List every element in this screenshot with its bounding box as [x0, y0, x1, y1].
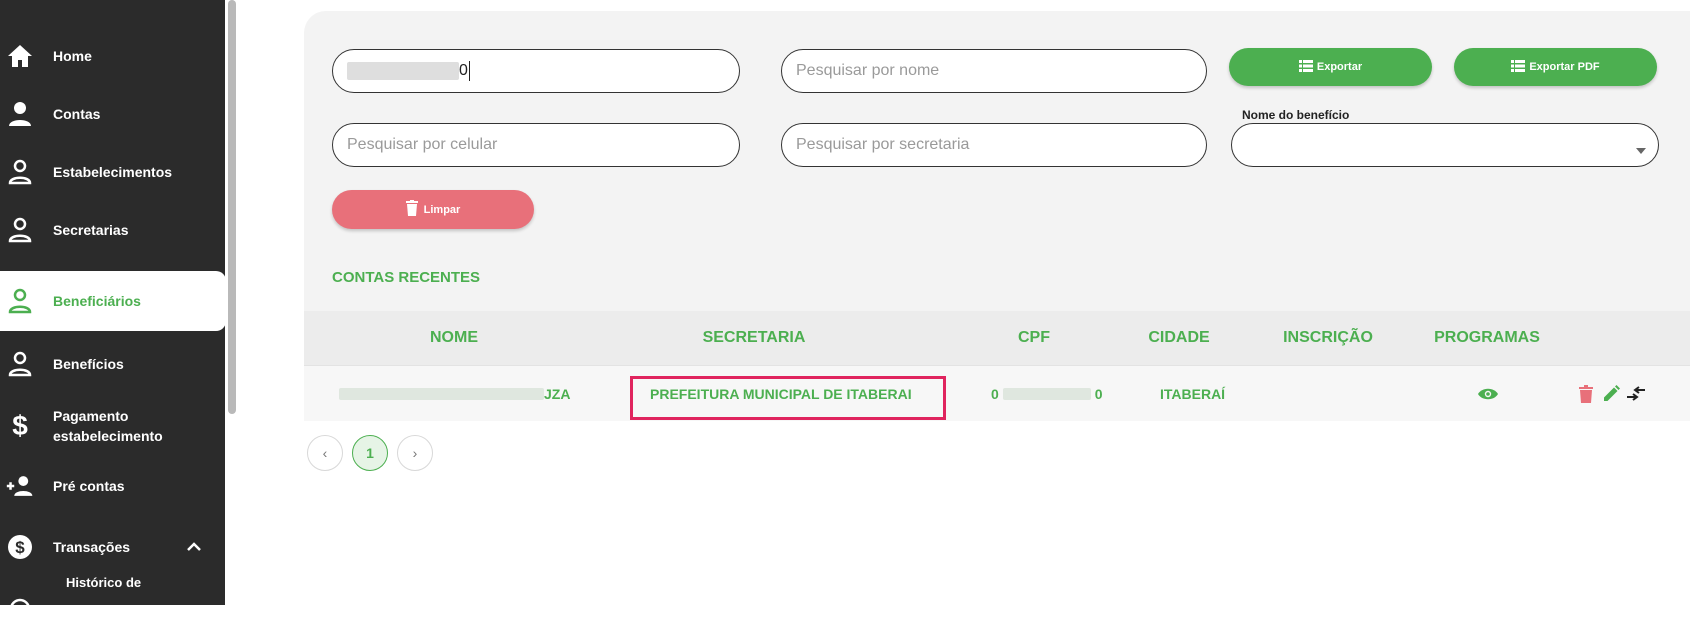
phone-search-input[interactable]: Pesquisar por celular: [332, 123, 740, 167]
dollar-circle-icon: $: [6, 533, 34, 561]
sidebar-item-pagamento-estabelecimento[interactable]: $ Pagamento estabelecimento: [0, 396, 225, 456]
user-outline-icon: [6, 216, 34, 244]
export-pdf-button[interactable]: Exportar PDF: [1454, 48, 1657, 86]
column-header-inscricao[interactable]: INSCRIÇÃO: [1263, 311, 1393, 365]
redacted-value: [339, 388, 544, 400]
export-button[interactable]: Exportar: [1229, 48, 1432, 86]
cell-cpf: 0 0: [991, 366, 1103, 422]
pagination-next-button[interactable]: ›: [397, 435, 433, 471]
sidebar: Home Contas Estabelecimentos Secretarias…: [0, 0, 226, 620]
benefit-select[interactable]: [1231, 123, 1659, 167]
user-icon: [6, 100, 34, 128]
secretaria-search-placeholder: Pesquisar por secretaria: [796, 136, 970, 153]
page-number: 1: [366, 445, 374, 461]
sidebar-item-label: Estabelecimentos: [53, 164, 173, 180]
text-cursor: [468, 61, 471, 81]
column-header-cpf[interactable]: CPF: [994, 311, 1074, 365]
table-header: NOME SECRETARIA CPF CIDADE INSCRIÇÃO PRO…: [304, 311, 1690, 365]
caret-down-icon: [1636, 141, 1646, 159]
sidebar-item-pre-contas[interactable]: Pré contas: [0, 456, 225, 516]
name-search-placeholder: Pesquisar por nome: [796, 62, 940, 79]
sidebar-item-estabelecimentos[interactable]: Estabelecimentos: [0, 142, 225, 202]
clear-button-label: Limpar: [423, 203, 461, 216]
sidebar-item-contas[interactable]: Contas: [0, 84, 225, 144]
view-programs-icon[interactable]: [1477, 366, 1499, 422]
secretaria-search-input[interactable]: Pesquisar por secretaria: [781, 123, 1207, 167]
add-user-icon: [6, 472, 34, 500]
cpf-prefix: 0: [991, 386, 999, 402]
pagination-prev-button[interactable]: ‹: [307, 435, 343, 471]
chevron-right-icon: ›: [412, 445, 418, 461]
user-outline-icon: [6, 350, 34, 378]
redacted-value: [1002, 388, 1091, 400]
sidebar-item-transacoes[interactable]: $ Transações: [0, 517, 225, 577]
cpf-value-suffix: 0: [459, 62, 468, 79]
export-pdf-button-label: Exportar PDF: [1529, 61, 1600, 73]
sidebar-item-label: Secretarias: [53, 222, 129, 238]
svg-text:$: $: [15, 538, 25, 557]
chevron-up-icon[interactable]: [186, 517, 202, 577]
sidebar-item-label: Pré contas: [53, 478, 125, 494]
sidebar-item-label: Benefícios: [53, 356, 124, 372]
user-outline-icon: [6, 158, 34, 186]
history-icon: [6, 595, 34, 623]
sidebar-item-beneficios[interactable]: Benefícios: [0, 334, 225, 394]
column-header-programas[interactable]: PROGRAMAS: [1412, 311, 1562, 365]
cpf-search-input[interactable]: 0: [332, 49, 740, 93]
sidebar-item-historico[interactable]: Histórico de: [0, 575, 225, 637]
sidebar-item-label: Home: [53, 48, 92, 64]
column-header-nome[interactable]: NOME: [394, 311, 514, 365]
sidebar-item-label: Beneficiários: [53, 293, 141, 309]
benefit-select-label: Nome do benefício: [1242, 108, 1350, 122]
sidebar-item-beneficiarios[interactable]: Beneficiários: [0, 271, 226, 331]
transfer-icon[interactable]: [1625, 366, 1647, 422]
home-icon: [6, 42, 34, 70]
sidebar-item-label: Contas: [53, 106, 101, 122]
sidebar-item-home[interactable]: Home: [0, 26, 225, 86]
user-outline-icon: [6, 287, 34, 315]
table-row: JZA PREFEITURA MUNICIPAL DE ITABERAI 0 0…: [304, 365, 1690, 421]
trash-icon: [405, 200, 418, 219]
sidebar-item-label: Transações: [53, 539, 131, 555]
chevron-left-icon: ‹: [322, 445, 328, 461]
nome-suffix: JZA: [544, 386, 571, 402]
sidebar-item-label: Pagamento estabelecimento: [53, 408, 163, 444]
cell-cidade: ITABERAÍ: [1160, 386, 1226, 402]
redacted-value: [347, 62, 459, 80]
filters-card: 0 Pesquisar por nome Exportar Exportar P…: [304, 11, 1690, 421]
table-icon: [1298, 59, 1313, 75]
clear-filters-button[interactable]: Limpar: [332, 190, 534, 229]
table-icon: [1511, 59, 1526, 75]
delete-icon[interactable]: [1579, 366, 1593, 422]
pagination-page-button[interactable]: 1: [352, 435, 388, 471]
cell-nome: JZA: [339, 366, 570, 422]
dollar-icon: $: [12, 410, 28, 441]
section-title: CONTAS RECENTES: [332, 269, 481, 286]
sidebar-scrollbar[interactable]: [228, 0, 236, 414]
sidebar-item-label: Histórico de: [66, 575, 142, 590]
cpf-suffix: 0: [1094, 386, 1103, 402]
export-button-label: Exportar: [1316, 61, 1363, 73]
column-header-cidade[interactable]: CIDADE: [1129, 311, 1229, 365]
edit-icon[interactable]: [1602, 366, 1620, 422]
phone-search-placeholder: Pesquisar por celular: [347, 136, 498, 153]
name-search-input[interactable]: Pesquisar por nome: [781, 49, 1207, 93]
highlight-box: [630, 376, 946, 420]
sidebar-item-secretarias[interactable]: Secretarias: [0, 200, 225, 260]
column-header-secretaria[interactable]: SECRETARIA: [654, 311, 854, 365]
